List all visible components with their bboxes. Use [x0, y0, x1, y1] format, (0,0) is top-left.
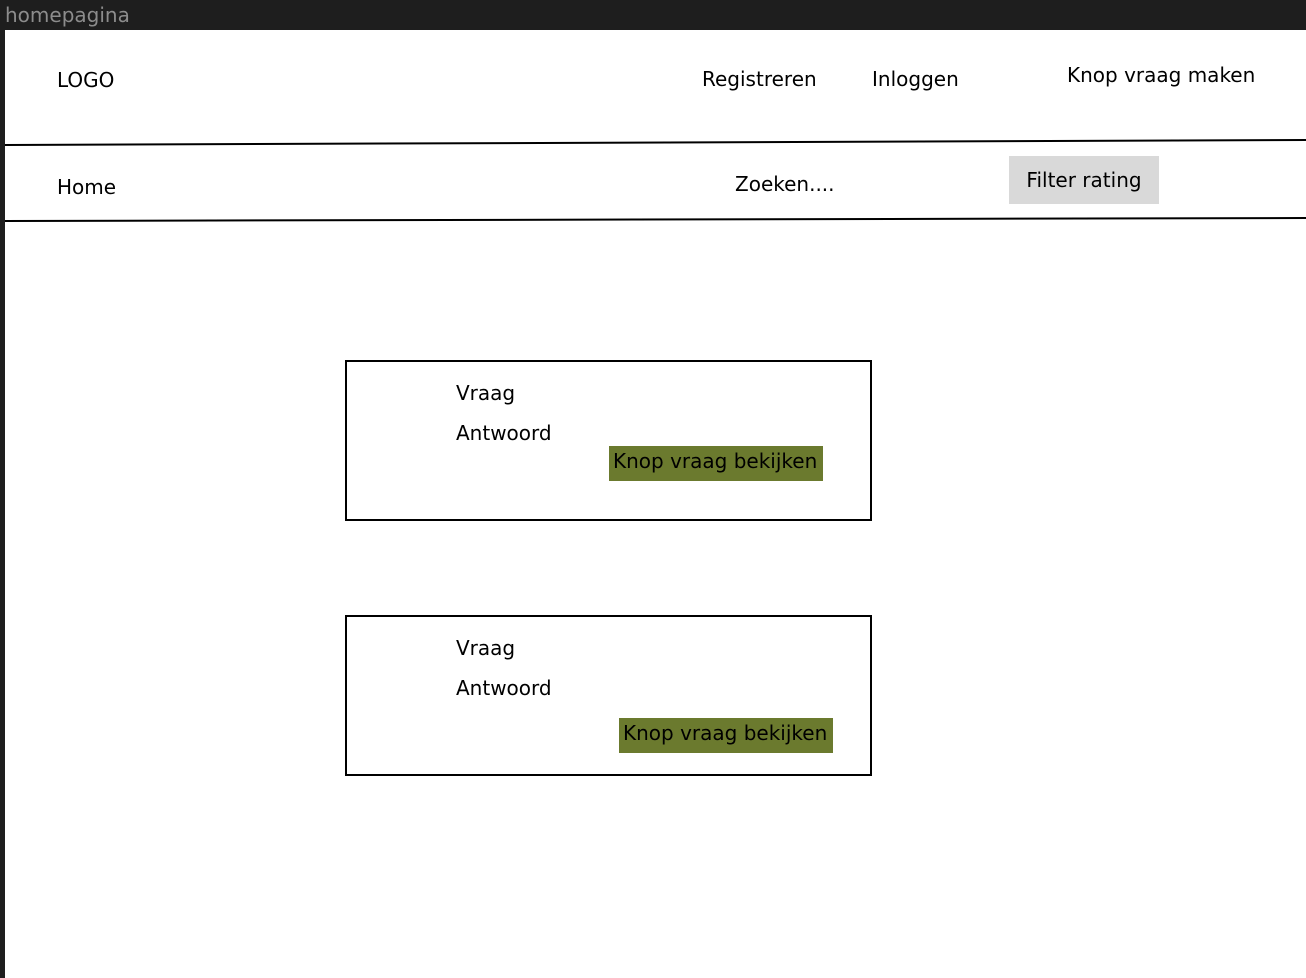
- question-card: Vraag Antwoord Knop vraag bekijken: [345, 615, 872, 776]
- question-text: Vraag: [456, 381, 516, 405]
- frame-title: homepagina: [5, 3, 130, 27]
- header-divider: [5, 139, 1306, 146]
- answer-text: Antwoord: [456, 421, 552, 445]
- home-link[interactable]: Home: [57, 175, 116, 199]
- homepage-frame: LOGO Registreren Inloggen Knop vraag mak…: [5, 30, 1306, 978]
- filter-rating-button[interactable]: Filter rating: [1009, 156, 1159, 204]
- question-card: Vraag Antwoord Knop vraag bekijken: [345, 360, 872, 521]
- view-question-button[interactable]: Knop vraag bekijken: [619, 718, 833, 753]
- answer-text: Antwoord: [456, 676, 552, 700]
- view-question-button[interactable]: Knop vraag bekijken: [609, 446, 823, 481]
- search-input[interactable]: Zoeken....: [735, 172, 835, 196]
- subnav-divider: [5, 217, 1306, 222]
- question-text: Vraag: [456, 636, 516, 660]
